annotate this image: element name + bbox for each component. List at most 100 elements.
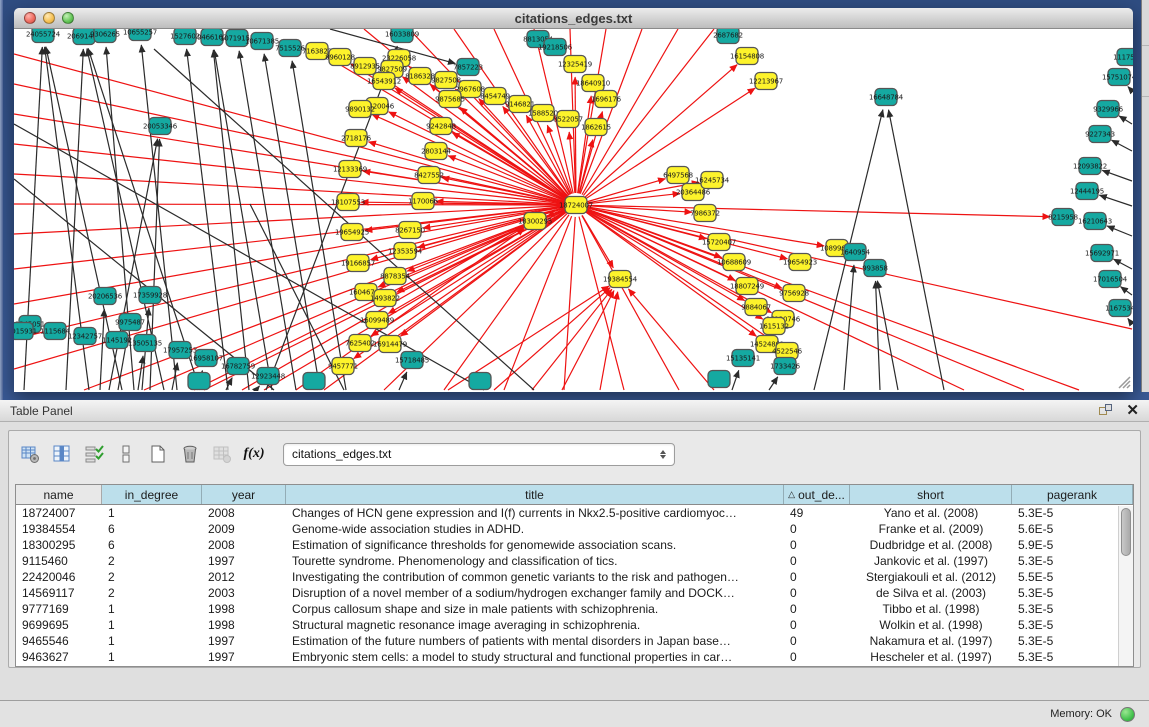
- graph-node[interactable]: 13505135: [128, 335, 162, 352]
- table-row[interactable]: 1938455462009Genome-wide association stu…: [16, 521, 1133, 537]
- graph-node[interactable]: 19654923: [783, 254, 817, 271]
- graph-node[interactable]: 9242848: [426, 118, 456, 135]
- table-row[interactable]: 1830029562008Estimation of significance …: [16, 537, 1133, 553]
- column-header-out-de-[interactable]: △out_de...: [784, 485, 850, 504]
- graph-node[interactable]: 1493822: [370, 290, 400, 307]
- graph-node[interactable]: 24055724: [26, 29, 61, 43]
- graph-node[interactable]: 1862615: [581, 119, 611, 136]
- graph-node[interactable]: 8878354: [380, 268, 411, 285]
- minimize-window-button[interactable]: [43, 12, 55, 24]
- graph-node[interactable]: 9890132: [345, 101, 375, 118]
- graph-node[interactable]: 2718176: [341, 130, 372, 147]
- graph-edge[interactable]: [588, 208, 1132, 329]
- graph-node[interactable]: 19166857: [341, 255, 375, 272]
- graph-edge[interactable]: [1107, 226, 1132, 236]
- graph-edge[interactable]: [579, 217, 624, 390]
- graph-node[interactable]: 2687682: [713, 29, 743, 44]
- column-header-name[interactable]: name: [16, 485, 102, 504]
- graph-node[interactable]: 16210643: [1078, 213, 1112, 230]
- graph-node[interactable]: 2803144: [421, 143, 452, 160]
- close-window-button[interactable]: [24, 12, 36, 24]
- graph-edge[interactable]: [242, 227, 524, 390]
- graph-edge[interactable]: [494, 288, 610, 390]
- table-row[interactable]: 946554611997Estimation of the future num…: [16, 633, 1133, 649]
- graph-node[interactable]: 6497568: [663, 167, 693, 184]
- table-scrollbar[interactable]: [1118, 506, 1133, 666]
- graph-node[interactable]: 12133369: [333, 161, 367, 178]
- graph-edge[interactable]: [1128, 87, 1132, 91]
- graph-node[interactable]: 16154808: [730, 48, 764, 65]
- delete-table-icon[interactable]: [209, 441, 235, 467]
- graph-node[interactable]: 16648784: [869, 89, 904, 106]
- table-row[interactable]: 2242004622012Investigating the contribut…: [16, 569, 1133, 585]
- graph-edge[interactable]: [844, 265, 854, 390]
- graph-node[interactable]: 9457771: [328, 358, 358, 375]
- graph-node[interactable]: 1117538: [1113, 49, 1133, 66]
- graph-node[interactable]: 17359928: [133, 287, 167, 304]
- scrollbar-thumb[interactable]: [1121, 508, 1131, 556]
- zoom-window-button[interactable]: [62, 12, 74, 24]
- graph-edge[interactable]: [578, 29, 606, 193]
- table-row[interactable]: 969969511998Structural magnetic resonanc…: [16, 617, 1133, 633]
- graph-node[interactable]: 16099489: [360, 312, 394, 329]
- graph-node[interactable]: 12325419: [558, 56, 592, 73]
- graph-edge[interactable]: [889, 110, 944, 390]
- graph-edge[interactable]: [264, 54, 320, 390]
- graph-node[interactable]: 18640910: [576, 75, 610, 92]
- graph-node[interactable]: [188, 373, 210, 390]
- table-row[interactable]: 946362711997Embryonic stem cells: a mode…: [16, 649, 1133, 665]
- graph-node[interactable]: 8215958: [1048, 209, 1078, 226]
- column-header-in-degree[interactable]: in_degree: [102, 485, 202, 504]
- graph-edge[interactable]: [1128, 318, 1132, 324]
- row-height-icon[interactable]: [113, 441, 139, 467]
- select-rows-icon[interactable]: [81, 441, 107, 467]
- network-graph[interactable]: 1872400771638228960128891293523226058982…: [14, 29, 1133, 391]
- column-header-short[interactable]: short: [850, 485, 1012, 504]
- graph-node[interactable]: 7986372: [690, 205, 720, 222]
- graph-node[interactable]: 1615132: [759, 318, 789, 335]
- graph-node[interactable]: 993858: [862, 260, 888, 277]
- new-table-icon[interactable]: [145, 441, 171, 467]
- graph-node[interactable]: 8522057: [553, 111, 583, 128]
- graph-edge[interactable]: [588, 193, 680, 203]
- graph-node[interactable]: 15751074: [1102, 69, 1133, 86]
- collapsed-panel-edge[interactable]: [1141, 0, 1149, 392]
- graph-node[interactable]: 15135141: [726, 350, 760, 367]
- graph-node[interactable]: 9227343: [1085, 126, 1115, 143]
- table-selector-dropdown[interactable]: citations_edges.txt: [283, 443, 675, 466]
- graph-edge[interactable]: [1121, 287, 1132, 295]
- graph-node[interactable]: 16033809: [385, 29, 419, 43]
- graph-edge[interactable]: [14, 144, 564, 204]
- graph-node[interactable]: 12353594: [388, 243, 423, 260]
- graph-node[interactable]: 1170066: [408, 193, 439, 210]
- graph-edge[interactable]: [588, 205, 1050, 216]
- delete-entries-icon[interactable]: [177, 441, 203, 467]
- graph-edge[interactable]: [400, 212, 566, 336]
- graph-node[interactable]: 1640954: [840, 244, 871, 261]
- graph-node[interactable]: 1115684: [40, 323, 71, 340]
- graph-edge[interactable]: [1099, 195, 1132, 206]
- column-header-pagerank[interactable]: pagerank: [1012, 485, 1133, 504]
- graph-edge[interactable]: [578, 96, 592, 193]
- graph-edge[interactable]: [100, 309, 104, 390]
- graph-node[interactable]: 7515526: [275, 40, 306, 57]
- graph-edge[interactable]: [1113, 259, 1132, 269]
- float-panel-icon[interactable]: [1099, 404, 1112, 417]
- graph-node[interactable]: 8912935: [350, 58, 380, 75]
- graph-edge[interactable]: [1111, 140, 1132, 151]
- table-row[interactable]: 1872400712008Changes of HCN gene express…: [16, 505, 1133, 521]
- graph-node[interactable]: [708, 371, 730, 388]
- graph-node[interactable]: 12093822: [1073, 158, 1107, 175]
- graph-node[interactable]: 12444195: [1070, 183, 1104, 200]
- graph-node[interactable]: 8427552: [414, 167, 444, 184]
- graph-node[interactable]: 1733426: [770, 358, 801, 375]
- column-header-title[interactable]: title: [286, 485, 784, 504]
- graph-node[interactable]: 1167534: [1105, 300, 1133, 317]
- show-column-icon[interactable]: [49, 441, 75, 467]
- graph-edge[interactable]: [732, 370, 739, 390]
- table-options-icon[interactable]: [17, 441, 43, 467]
- graph-edge[interactable]: [256, 386, 260, 390]
- graph-edge[interactable]: [187, 49, 228, 390]
- graph-edge[interactable]: [877, 281, 898, 390]
- window-resize-grip[interactable]: [1115, 373, 1131, 389]
